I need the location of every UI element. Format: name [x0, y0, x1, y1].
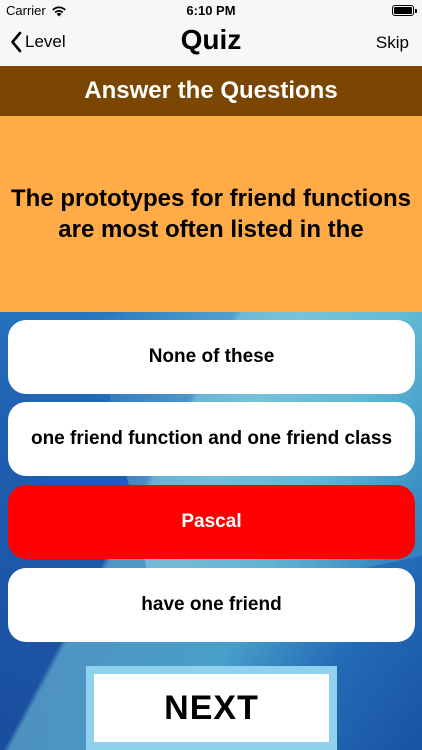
answer-option-label: None of these: [148, 346, 275, 367]
answer-option-2[interactable]: one friend function and one friend class: [8, 402, 415, 476]
back-label: Level: [25, 32, 66, 51]
navigation-bar: Level Quiz Skip: [0, 22, 422, 66]
next-label: NEXT: [164, 688, 259, 727]
status-bar: Carrier 6:10 PM: [0, 0, 422, 22]
next-button[interactable]: NEXT: [94, 674, 329, 742]
battery-icon: [392, 5, 417, 16]
back-button[interactable]: Level: [10, 31, 66, 53]
answers-area: None of these one friend function and on…: [0, 312, 422, 750]
battery-fill: [394, 7, 412, 14]
next-button-frame: NEXT: [86, 666, 337, 750]
answer-option-4[interactable]: have one friend: [8, 568, 415, 642]
question-panel: The prototypes for friend functions are …: [0, 116, 422, 312]
status-time: 6:10 PM: [186, 3, 236, 18]
chevron-left-icon: [10, 31, 22, 53]
skip-button[interactable]: Skip: [376, 33, 409, 53]
answer-option-label: Pascal: [181, 511, 242, 532]
answer-option-label: have one friend: [141, 594, 282, 615]
answer-option-3[interactable]: Pascal: [8, 485, 415, 559]
answer-option-1[interactable]: None of these: [8, 320, 415, 394]
question-text: The prototypes for friend functions are …: [11, 185, 411, 243]
answer-option-label: one friend function and one friend class: [30, 428, 393, 449]
header-title: Answer the Questions: [84, 77, 338, 104]
header-banner: Answer the Questions: [0, 66, 422, 116]
